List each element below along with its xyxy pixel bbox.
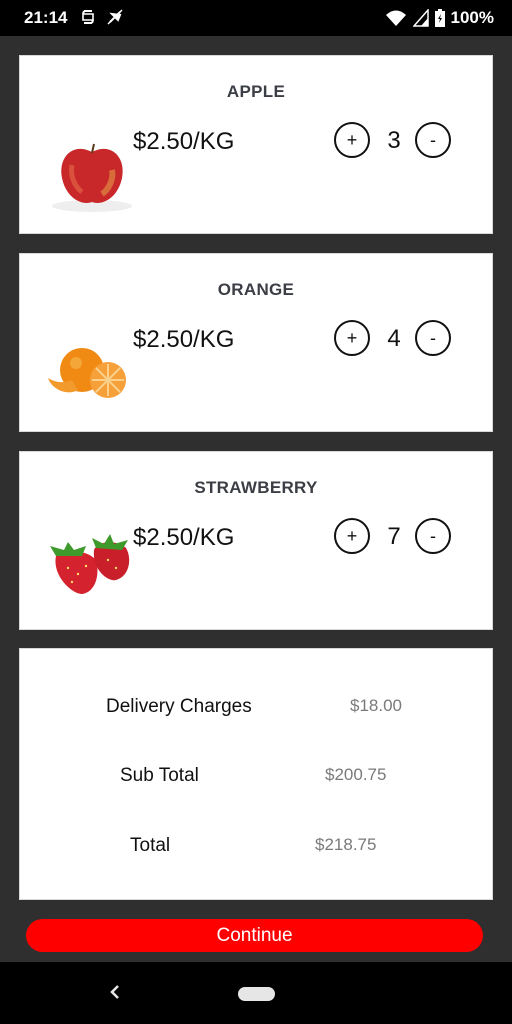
plus-icon: + <box>346 129 358 150</box>
back-icon[interactable] <box>104 980 126 1004</box>
product-card-orange: ORANGE $2.50/KG + 4 - <box>19 253 493 432</box>
battery-percent: 100% <box>450 8 494 27</box>
plus-icon: + <box>346 327 358 348</box>
decrease-button[interactable]: - <box>415 122 451 158</box>
wifi-icon <box>385 10 406 26</box>
order-summary: Delivery Charges $18.00 Sub Total $200.7… <box>19 648 493 900</box>
product-price: $2.50/KG <box>133 326 235 353</box>
delivery-charges-value: $18.00 <box>350 696 402 715</box>
quantity-value: 4 <box>387 325 401 352</box>
home-pill-button[interactable] <box>238 987 275 1001</box>
total-value: $218.75 <box>315 835 377 854</box>
product-card-strawberry: STRAWBERRY $2.50/KG + 7 - <box>19 451 493 630</box>
continue-button[interactable]: Continue <box>26 919 483 952</box>
signal-icon <box>412 9 429 27</box>
status-time: 21:14 <box>24 8 68 27</box>
status-bar: 21:14 100% <box>0 0 512 36</box>
product-card-apple: APPLE $2.50/KG + 3 - <box>19 55 493 234</box>
product-name: APPLE <box>226 82 286 101</box>
increase-button[interactable]: + <box>334 518 370 554</box>
total-label: Total <box>130 835 171 856</box>
product-name: ORANGE <box>217 280 295 299</box>
decrease-button[interactable]: - <box>415 518 451 554</box>
apple-image <box>52 143 132 212</box>
increase-button[interactable]: + <box>334 320 370 356</box>
product-price: $2.50/KG <box>133 128 235 155</box>
minus-icon: - <box>430 327 436 348</box>
subtotal-value: $200.75 <box>325 765 387 784</box>
delivery-charges-label: Delivery Charges <box>106 696 252 717</box>
increase-button[interactable]: + <box>334 122 370 158</box>
quantity-value: 7 <box>387 523 401 550</box>
minus-icon: - <box>430 129 436 150</box>
battery-icon <box>434 9 445 27</box>
orange-image <box>48 348 126 398</box>
subtotal-label: Sub Total <box>120 765 199 786</box>
minus-icon: - <box>430 525 436 546</box>
product-name: STRAWBERRY <box>194 478 318 497</box>
decrease-button[interactable]: - <box>415 320 451 356</box>
product-price: $2.50/KG <box>133 524 235 551</box>
plus-icon: + <box>346 525 358 546</box>
navigation-bar <box>0 962 512 1024</box>
strawberry-image <box>50 534 130 594</box>
quantity-value: 3 <box>387 127 401 154</box>
no-location-icon <box>107 9 123 25</box>
sync-icon <box>82 10 94 24</box>
